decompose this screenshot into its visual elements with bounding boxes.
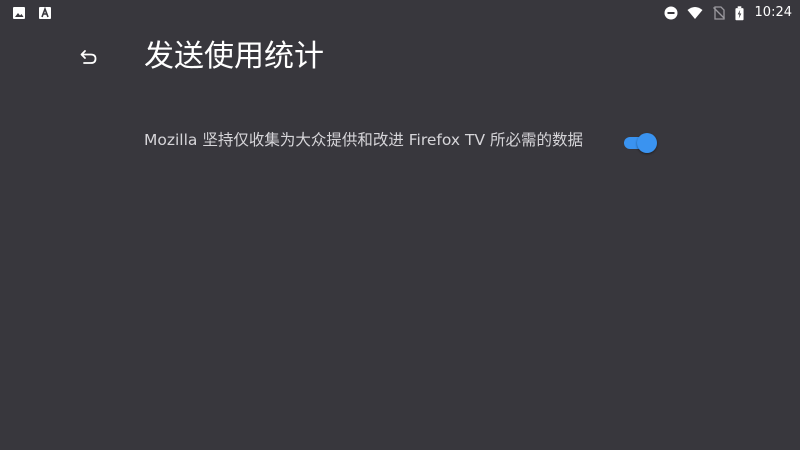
telemetry-toggle[interactable] xyxy=(624,132,658,154)
do-not-disturb-icon xyxy=(664,6,678,20)
status-clock: 10:24 xyxy=(754,5,792,20)
status-bar-notifications xyxy=(12,6,52,20)
settings-screen: 10:24 发送使用统计 Mozilla 坚持仅收集为大众提供和改进 Firef… xyxy=(0,0,800,450)
preference-summary: Mozilla 坚持仅收集为大众提供和改进 Firefox TV 所必需的数据 xyxy=(144,131,583,149)
no-sim-icon xyxy=(712,6,725,20)
image-icon xyxy=(13,7,25,19)
status-bar-system: 10:24 xyxy=(664,4,792,22)
wifi-icon xyxy=(687,7,703,19)
back-button[interactable] xyxy=(74,42,104,72)
telemetry-preference-row[interactable]: Mozilla 坚持仅收集为大众提供和改进 Firefox TV 所必需的数据 xyxy=(144,128,664,176)
battery-charging-icon xyxy=(734,5,744,20)
page-title: 发送使用统计 xyxy=(144,39,324,74)
font-icon xyxy=(39,6,51,19)
back-arrow-icon xyxy=(80,50,97,64)
toggle-thumb xyxy=(637,133,657,153)
status-bar: 10:24 xyxy=(0,0,800,24)
